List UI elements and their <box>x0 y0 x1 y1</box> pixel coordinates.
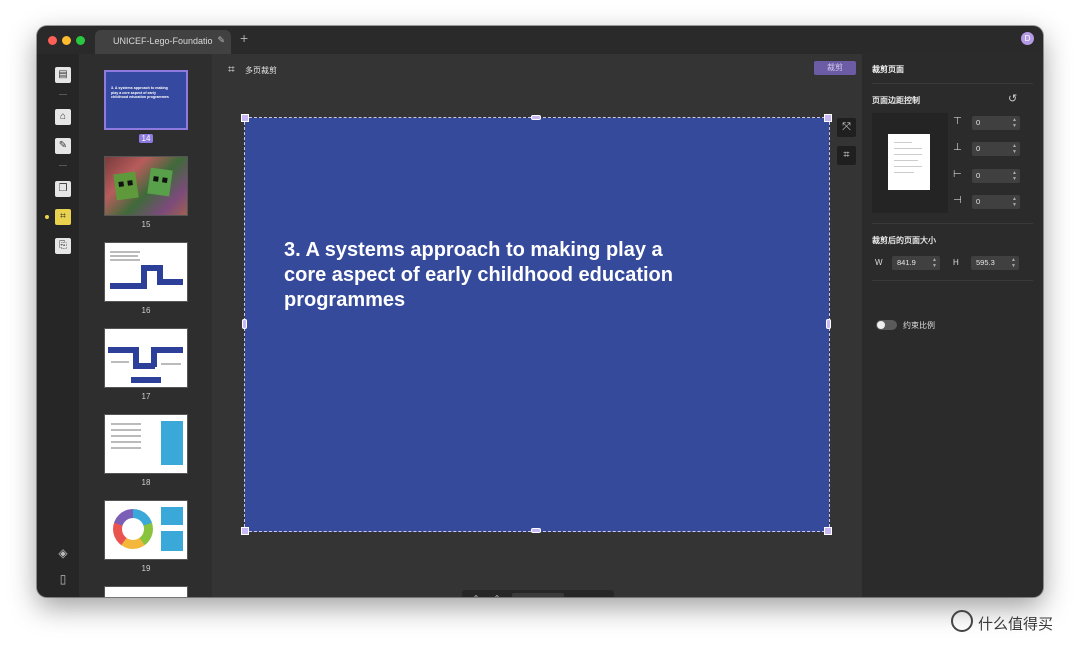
document-canvas: ⌗ 多页裁剪 裁剪 3. A systems approach to makin… <box>212 54 862 597</box>
page-preview <box>872 113 948 213</box>
margin-left-field[interactable]: 0 ▲ ▼ <box>972 169 1020 183</box>
photo-figure <box>147 167 173 197</box>
divider <box>872 280 1033 281</box>
margin-top-field[interactable]: 0 ▲ ▼ <box>972 116 1020 130</box>
margin-bottom-icon: ⊥ <box>953 142 962 153</box>
watermark-logo-icon <box>951 610 973 632</box>
multi-page-crop-label[interactable]: 多页裁剪 <box>245 65 277 76</box>
tab-title: UNICEF-Lego-Foundation <box>113 36 213 46</box>
thumbnail-page-19[interactable] <box>104 500 188 560</box>
toggle-knob <box>877 321 885 329</box>
page-navigator: ⌃ ⌃ 14 / 36 ⌄ ⌄ <box>462 590 614 597</box>
crop-handle-bottom[interactable] <box>531 528 541 533</box>
margin-section-title: 页面边距控制 <box>872 96 920 105</box>
stamp-icon[interactable]: ⌂ <box>55 109 71 125</box>
edit-icon[interactable]: ✎ <box>55 138 71 154</box>
thumbnail-item[interactable]: 18 <box>104 414 188 487</box>
thumbnail-page-16[interactable] <box>104 242 188 302</box>
title-bar: UNICEF-Lego-Foundation ✎ + D <box>37 26 1043 54</box>
divider <box>59 165 67 166</box>
margin-left-icon: ⊢ <box>953 169 962 180</box>
convert-icon[interactable]: ⎘ <box>55 238 71 254</box>
thumbnail-page-15[interactable] <box>104 156 188 216</box>
app-window: UNICEF-Lego-Foundation ✎ + D ▤ ⌂ ✎ ❐ ⌗ ⎘… <box>37 26 1043 597</box>
thumbnail-page-20[interactable] <box>104 586 188 597</box>
margin-bottom-field[interactable]: 0 ▲ ▼ <box>972 142 1020 156</box>
thumbnail-item[interactable]: 17 <box>104 328 188 401</box>
crop-icon[interactable]: ⌗ <box>55 209 71 225</box>
watermark-text: 什么值得买 <box>978 615 1054 633</box>
crop-handle-top-right[interactable] <box>824 114 832 122</box>
crop-settings-panel: 裁剪页面 页面边距控制 ↺ ⊤ 0▲▼ ⊥ 0▲▼ ⊢ 0▲▼ ⊣ <box>862 54 1043 597</box>
thumbnail-panel: 3. A systems approach to making play a c… <box>79 54 212 597</box>
reset-icon[interactable]: ↺ <box>1008 92 1017 105</box>
width-label: W <box>875 258 883 267</box>
constrain-ratio-label: 约束比例 <box>903 321 935 330</box>
page-number: 18 <box>141 478 151 487</box>
page-input[interactable]: 14 / 36 <box>512 593 564 597</box>
page-number: 16 <box>141 306 151 315</box>
close-window-button[interactable] <box>48 36 57 45</box>
next-page-icon[interactable]: ⌄ <box>572 594 584 597</box>
margin-top-icon: ⊤ <box>953 116 962 127</box>
thumbnail-page-17[interactable] <box>104 328 188 388</box>
margin-right-icon: ⊣ <box>953 195 962 206</box>
divider <box>872 83 1033 84</box>
crop-button[interactable]: 裁剪 <box>814 61 856 75</box>
rename-icon[interactable]: ✎ <box>217 35 225 46</box>
height-label: H <box>953 258 959 267</box>
preview-page <box>888 134 930 190</box>
divider <box>59 94 67 95</box>
left-toolbar: ▤ ⌂ ✎ ❐ ⌗ ⎘ ◈ ▯ <box>37 54 79 597</box>
prev-page-icon[interactable]: ⌃ <box>491 594 503 597</box>
crop-handle-left[interactable] <box>242 319 247 329</box>
crop-handle-bottom-left[interactable] <box>241 527 249 535</box>
photo-figure <box>113 171 139 201</box>
page-number: 14 <box>104 134 188 143</box>
auto-crop-icon[interactable]: ⤧ <box>837 118 856 137</box>
page-list-icon[interactable]: ▤ <box>55 67 71 83</box>
margin-right-field[interactable]: 0 ▲ ▼ <box>972 195 1020 209</box>
multi-page-crop-icon[interactable]: ⌗ <box>228 62 235 77</box>
crop-handle-bottom-right[interactable] <box>824 527 832 535</box>
thumbnail-item[interactable]: 19 <box>104 500 188 573</box>
active-indicator <box>45 215 49 219</box>
crop-frame[interactable] <box>244 117 830 532</box>
crop-handle-right[interactable] <box>826 319 831 329</box>
thumbnail-item[interactable]: 16 <box>104 242 188 315</box>
page-number: 15 <box>141 220 151 229</box>
zoom-window-button[interactable] <box>76 36 85 45</box>
divider <box>872 223 1033 224</box>
height-field[interactable]: 595.3 ▲ ▼ <box>971 256 1019 270</box>
avatar[interactable]: D <box>1021 32 1034 45</box>
organize-pages-icon[interactable]: ❐ <box>55 181 71 197</box>
panel-title: 裁剪页面 <box>872 65 904 74</box>
bookmark-icon[interactable]: ▯ <box>56 572 70 586</box>
thumbnail-page-18[interactable] <box>104 414 188 474</box>
new-tab-button[interactable]: + <box>240 31 248 45</box>
width-field[interactable]: 841.9 ▲ ▼ <box>892 256 940 270</box>
crop-handle-top-left[interactable] <box>241 114 249 122</box>
thumbnail-title: 3. A systems approach to making play a c… <box>111 86 169 100</box>
minimize-window-button[interactable] <box>62 36 71 45</box>
thumbnail-item[interactable] <box>104 586 188 597</box>
thumbnail-page-14[interactable]: 3. A systems approach to making play a c… <box>104 70 188 130</box>
page-number: 19 <box>141 564 151 573</box>
crop-handle-top[interactable] <box>531 115 541 120</box>
crop-box-icon[interactable]: ⌗ <box>837 146 856 165</box>
constrain-ratio-toggle[interactable] <box>876 320 897 330</box>
layers-icon[interactable]: ◈ <box>56 546 70 560</box>
page-number: 17 <box>141 392 151 401</box>
first-page-icon[interactable]: ⌃ <box>470 594 482 597</box>
size-section-title: 裁剪后的页面大小 <box>872 236 936 245</box>
last-page-icon[interactable]: ⌄ <box>593 594 605 597</box>
document-tab[interactable]: UNICEF-Lego-Foundation ✎ <box>95 30 231 54</box>
thumbnail-item[interactable]: 15 <box>104 156 188 229</box>
thumbnail-item[interactable]: 3. A systems approach to making play a c… <box>104 70 188 143</box>
